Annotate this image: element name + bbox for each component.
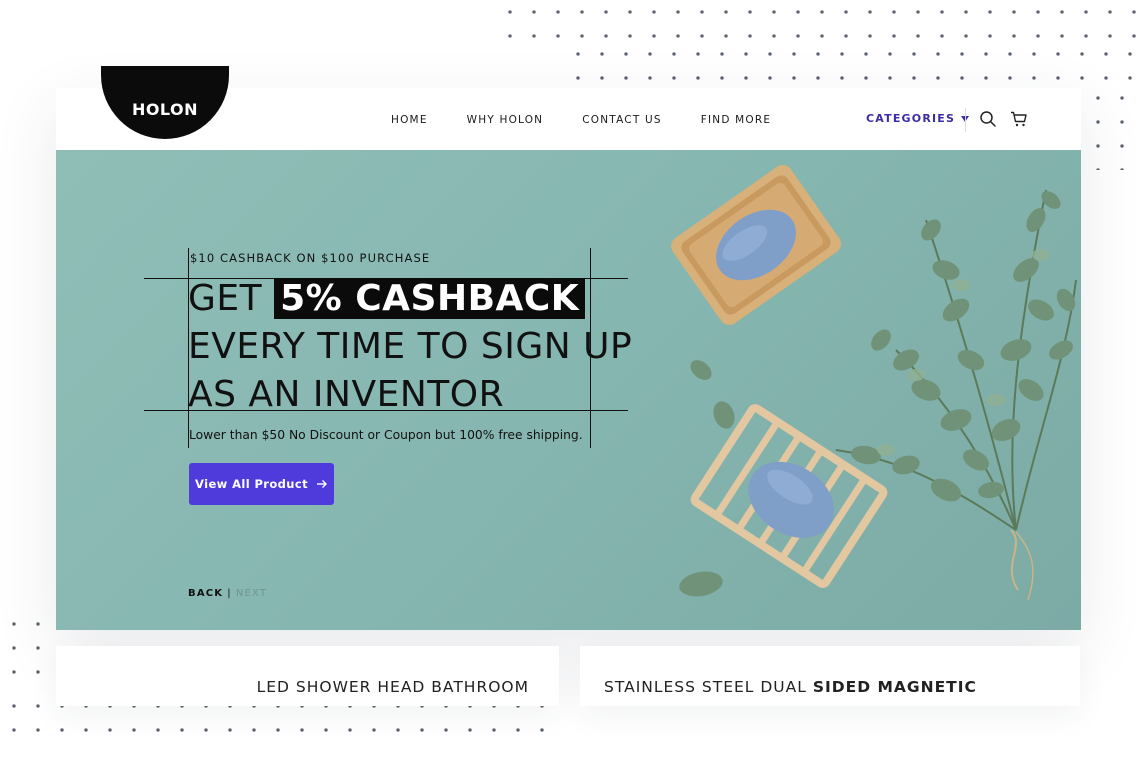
product-title: STAINLESS STEEL DUAL SIDED MAGNETIC — [604, 678, 977, 696]
headline-line-3: AS AN INVENTOR — [188, 374, 505, 415]
nav-item-home[interactable]: HOME — [391, 114, 428, 126]
arrow-right-icon — [317, 480, 327, 488]
product-card[interactable]: STAINLESS STEEL DUAL SIDED MAGNETIC — [580, 646, 1080, 706]
search-icon[interactable] — [979, 110, 997, 128]
nav-item-find-more[interactable]: FIND MORE — [701, 114, 771, 126]
decorative-dot-grid — [498, 0, 1140, 42]
hero-headline: GET 5% CASHBACK EVERY TIME TO SIGN UP AS… — [188, 275, 632, 419]
logo-text: HOLON — [131, 100, 199, 119]
view-all-product-button[interactable]: View All Product — [189, 463, 334, 505]
hero-product-image — [671, 165, 1077, 601]
pager-back[interactable]: BACK — [188, 588, 223, 599]
categories-label: CATEGORIES — [866, 112, 956, 125]
categories-dropdown[interactable]: CATEGORIES — [866, 112, 970, 125]
product-title-regular: STAINLESS STEEL DUAL — [604, 678, 813, 696]
site-header: HOLON HOME WHY HOLON CONTACT US FIND MOR… — [56, 66, 1081, 150]
nav-item-why-holon[interactable]: WHY HOLON — [467, 114, 544, 126]
product-card[interactable]: LED SHOWER HEAD BATHROOM — [56, 646, 559, 706]
slider-pager: BACK | NEXT — [188, 588, 267, 599]
website-card: HOLON HOME WHY HOLON CONTACT US FIND MOR… — [56, 66, 1081, 630]
headline-highlight: 5% CASHBACK — [274, 278, 586, 319]
headline-prefix: GET — [188, 278, 263, 319]
decorative-dot-grid — [2, 612, 62, 692]
logo[interactable]: HOLON — [101, 66, 229, 139]
product-title-bold: SIDED MAGNETIC — [812, 678, 977, 696]
decorative-dot-grid — [566, 42, 1140, 86]
pager-next[interactable]: NEXT — [236, 588, 267, 599]
cta-label: View All Product — [195, 477, 308, 491]
headline-line-2: EVERY TIME TO SIGN UP — [188, 326, 633, 367]
main-nav: HOME WHY HOLON CONTACT US FIND MORE — [391, 114, 771, 126]
hero-eyebrow: $10 CASHBACK ON $100 PURCHASE — [190, 251, 431, 265]
cart-icon[interactable] — [1010, 110, 1028, 128]
pager-separator: | — [227, 588, 232, 599]
product-title: LED SHOWER HEAD BATHROOM — [256, 678, 529, 696]
decorative-dot-grid — [1086, 86, 1140, 170]
hero-banner: $10 CASHBACK ON $100 PURCHASE GET 5% CAS… — [56, 150, 1081, 630]
header-divider — [965, 108, 966, 132]
hero-subline: Lower than $50 No Discount or Coupon but… — [189, 428, 583, 442]
nav-item-contact-us[interactable]: CONTACT US — [582, 114, 661, 126]
